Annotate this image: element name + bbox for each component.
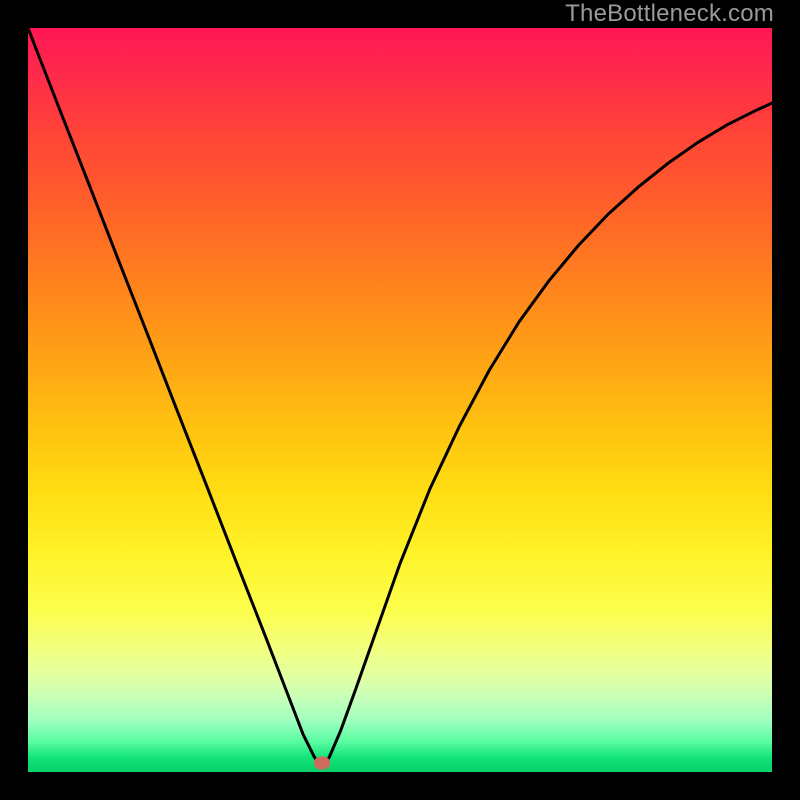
watermark-text: TheBottleneck.com: [565, 0, 774, 28]
chart-frame: TheBottleneck.com: [0, 0, 800, 800]
minimum-marker: [314, 757, 330, 770]
plot-area: [28, 28, 772, 772]
curve-layer: [28, 28, 772, 772]
bottleneck-curve: [28, 28, 772, 768]
